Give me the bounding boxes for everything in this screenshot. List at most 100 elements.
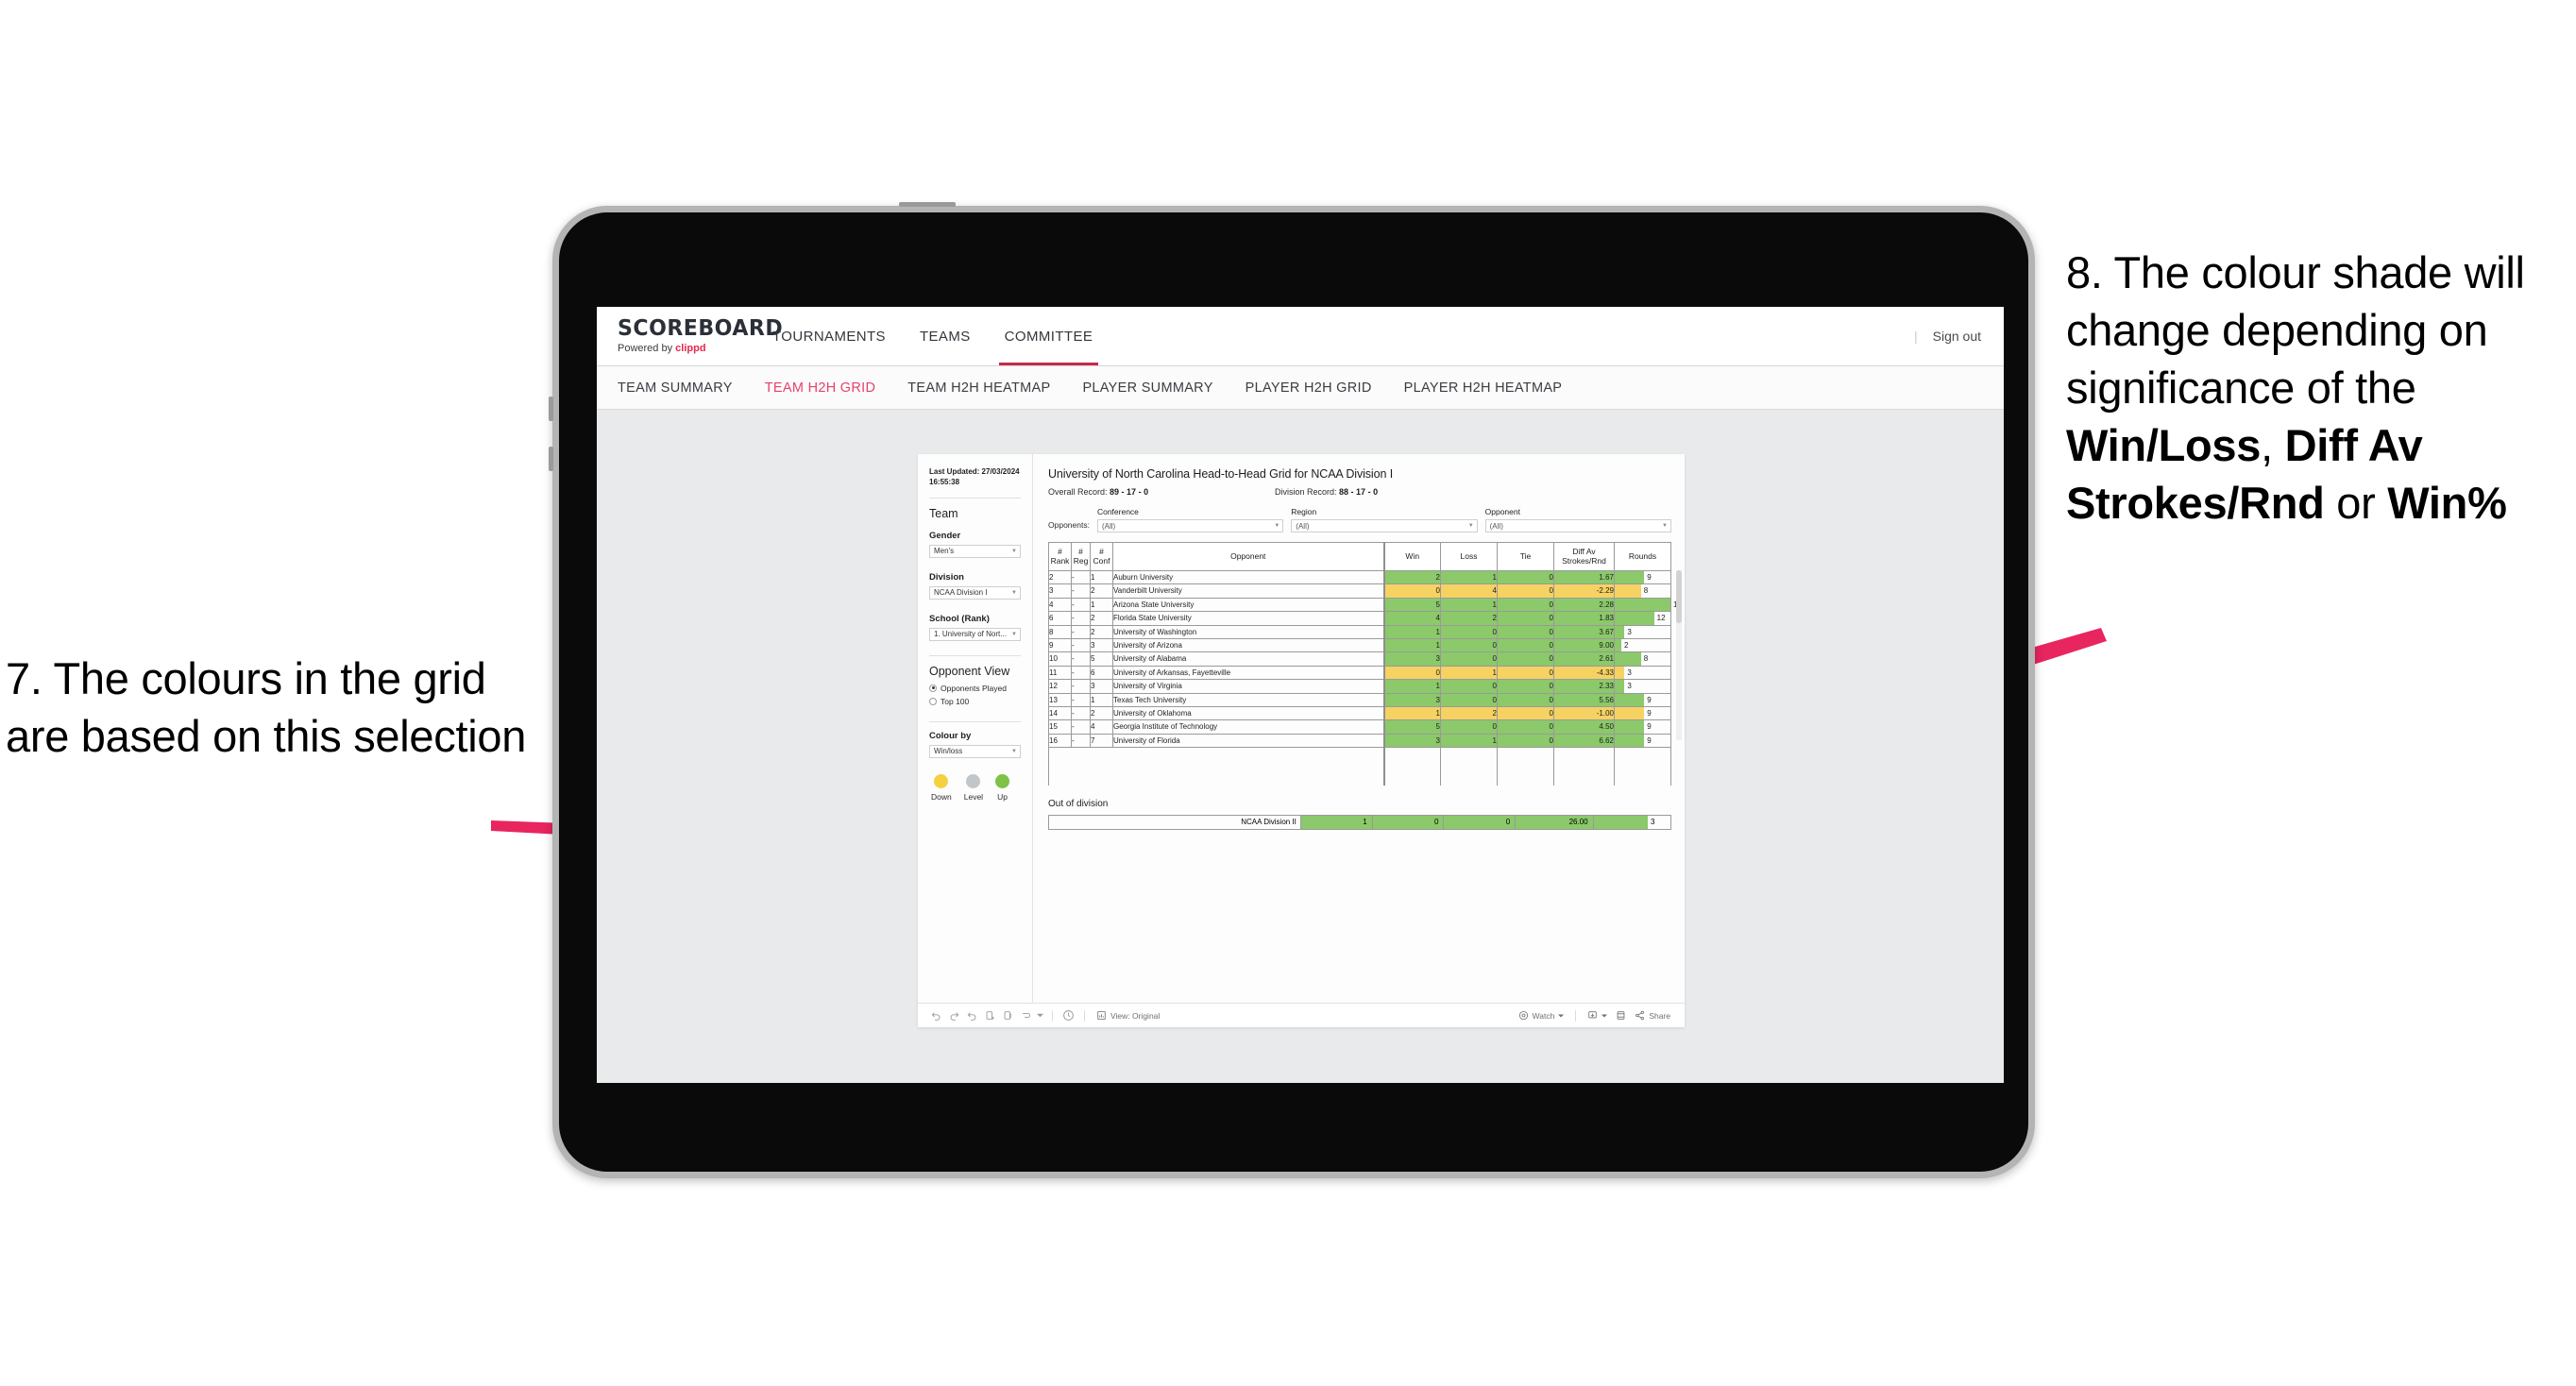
pause-updates-icon[interactable] <box>999 1006 1017 1024</box>
revert-icon[interactable] <box>963 1006 981 1024</box>
cell-loss: 0 <box>1440 719 1498 735</box>
brand-logo[interactable]: SCOREBOARD Powered by clippd <box>597 307 783 365</box>
cell-loss: 1 <box>1440 665 1498 681</box>
colour-by-value: Win/loss <box>934 747 963 756</box>
chevron-down-icon: ▼ <box>1011 748 1017 754</box>
viz-content: University of North Carolina Head-to-Hea… <box>1033 454 1685 1003</box>
cell-loss: 0 <box>1440 651 1498 667</box>
gender-select[interactable]: Men's ▼ <box>929 544 1021 558</box>
sign-out-link[interactable]: Sign out <box>1933 329 1981 344</box>
division-select[interactable]: NCAA Division I ▼ <box>929 585 1021 600</box>
nav-item-teams[interactable]: TEAMS <box>903 307 988 365</box>
cell-rounds: 3 <box>1614 665 1671 681</box>
scrollbar-thumb[interactable] <box>1676 570 1682 623</box>
subnav-item-team-summary[interactable]: TEAM SUMMARY <box>618 380 733 396</box>
subnav-item-player-h2h-grid[interactable]: PLAYER H2H GRID <box>1246 380 1372 396</box>
col-rank: # Rank <box>1048 542 1072 571</box>
cell-diff-av: 1.67 <box>1553 569 1615 585</box>
subnav-item-team-h2h-heatmap[interactable]: TEAM H2H HEATMAP <box>907 380 1050 396</box>
subnav-item-team-h2h-grid[interactable]: TEAM H2H GRID <box>765 380 876 396</box>
radio-opponents-played-label: Opponents Played <box>941 683 1007 693</box>
download-button[interactable] <box>1583 1010 1612 1021</box>
table-row[interactable]: 16-7 University of Florida 3 1 0 6.62 9 <box>1048 733 1671 749</box>
divider <box>1575 1009 1577 1022</box>
table-row[interactable]: 11-6 University of Arkansas, Fayetteville… <box>1048 665 1671 681</box>
table-vertical-scrollbar[interactable] <box>1676 570 1682 740</box>
out-of-division-row: NCAA Division II 1 0 0 26.00 3 <box>1048 814 1672 830</box>
nav-item-committee[interactable]: COMMITTEE <box>988 307 1110 365</box>
undo-icon[interactable] <box>927 1006 945 1024</box>
pause-auto-updates-icon[interactable] <box>1059 1006 1077 1024</box>
subnav-item-player-summary[interactable]: PLAYER SUMMARY <box>1082 380 1212 396</box>
cell-rank: 11 <box>1048 665 1072 681</box>
divider <box>929 654 1021 656</box>
gender-label: Gender <box>929 530 961 541</box>
col-loss: Loss <box>1440 542 1498 571</box>
col-reg-l2: Reg <box>1073 555 1089 566</box>
table-row[interactable]: 13-1 Texas Tech University 3 0 0 5.56 9 <box>1048 692 1671 708</box>
fullscreen-icon[interactable] <box>1612 1006 1630 1024</box>
watch-label: Watch <box>1532 1010 1555 1021</box>
table-row[interactable]: 3-2 Vanderbilt University 0 4 0 -2.29 8 <box>1048 583 1671 599</box>
col-rounds: Rounds <box>1614 542 1671 571</box>
table-row[interactable]: 8-2 University of Washington 1 0 0 3.67 3 <box>1048 624 1671 640</box>
cell-rounds: 3 <box>1614 679 1671 694</box>
table-row[interactable]: 2-1 Auburn University 2 1 0 1.67 9 <box>1048 569 1671 585</box>
table-row[interactable]: 12-3 University of Virginia 1 0 0 2.33 3 <box>1048 679 1671 694</box>
brand-tagline-accent: clippd <box>675 343 706 354</box>
cell-win: 3 <box>1382 651 1441 667</box>
cell-win: 2 <box>1382 569 1441 585</box>
cell-rank: 6 <box>1048 611 1072 626</box>
ood-rounds: 3 <box>1592 814 1672 830</box>
region-select[interactable]: (All) ▼ <box>1291 519 1478 532</box>
school-select[interactable]: 1. University of Nort... ▼ <box>929 627 1021 641</box>
rounds-value: 12 <box>1656 614 1666 623</box>
refresh-icon[interactable] <box>981 1006 999 1024</box>
radio-top-100[interactable]: Top 100 <box>929 697 1021 706</box>
annotation-right: 8. The colour shade will change dependin… <box>2066 244 2576 532</box>
cell-diff-av: 2.33 <box>1553 679 1615 694</box>
app-header: SCOREBOARD Powered by clippd TOURNAMENTS… <box>597 307 2004 366</box>
reset-filters-icon[interactable] <box>1017 1006 1035 1024</box>
cell-conf: 4 <box>1090 719 1113 735</box>
cell-diff-av: 2.28 <box>1553 597 1615 613</box>
cell-loss: 0 <box>1440 638 1498 653</box>
division-record-label: Division Record: <box>1275 487 1337 497</box>
view-original-button[interactable]: View: Original <box>1092 1010 1164 1021</box>
redo-icon[interactable] <box>945 1006 963 1024</box>
col-reg-l1: # <box>1078 546 1083 556</box>
divider: | <box>1913 329 1918 344</box>
table-row[interactable]: 14-2 University of Oklahoma 1 2 0 -1.00 9 <box>1048 706 1671 721</box>
chevron-down-icon[interactable] <box>1035 1006 1045 1024</box>
filter-panel: Last Updated: 27/03/2024 16:55:38 Team G… <box>918 454 1033 1003</box>
share-button[interactable]: Share <box>1630 1010 1675 1021</box>
table-blank-filler <box>1048 747 1671 786</box>
out-of-division-title: Out of division <box>1048 798 1109 809</box>
table-row[interactable]: 4-1Arizona State University5102.2817 <box>1048 597 1682 613</box>
gender-value: Men's <box>934 547 955 556</box>
ood-name: NCAA Division II <box>1048 814 1301 830</box>
cell-loss: 1 <box>1440 569 1498 585</box>
last-updated-text: Last Updated: 27/03/2024 16:55:38 <box>929 467 1020 486</box>
radio-opponents-played[interactable]: Opponents Played <box>929 684 1021 693</box>
cell-win: 0 <box>1382 665 1441 681</box>
region-label: Region <box>1291 507 1317 516</box>
watch-button[interactable]: Watch <box>1514 1010 1569 1021</box>
cell-conf: 1 <box>1090 569 1113 585</box>
conference-select[interactable]: (All) ▼ <box>1096 519 1284 532</box>
cell-opponent: University of Virginia <box>1112 679 1384 694</box>
colour-by-select[interactable]: Win/loss ▼ <box>929 744 1021 758</box>
subnav-item-player-h2h-heatmap[interactable]: PLAYER H2H HEATMAP <box>1404 380 1563 396</box>
table-row[interactable]: 6-2 Florida State University 4 2 0 1.83 12 <box>1048 611 1671 626</box>
col-opponent: Opponent <box>1112 542 1384 571</box>
table-row[interactable]: 15-4 Georgia Institute of Technology 5 0 0 4.… <box>1048 719 1671 735</box>
nav-item-tournaments[interactable]: TOURNAMENTS <box>755 307 903 365</box>
cell-rank: 16 <box>1048 733 1072 749</box>
opponent-select[interactable]: (All) ▼ <box>1484 519 1671 532</box>
rounds-value: 3 <box>1627 682 1632 691</box>
rounds-bar <box>1615 625 1625 639</box>
cell-tie: 0 <box>1497 719 1554 735</box>
table-row[interactable]: 9-3 University of Arizona 1 0 0 9.00 2 <box>1048 638 1671 653</box>
table-row[interactable]: 10-5 University of Alabama 3 0 0 2.61 8 <box>1048 651 1671 667</box>
cell-rank: 12 <box>1048 679 1072 694</box>
